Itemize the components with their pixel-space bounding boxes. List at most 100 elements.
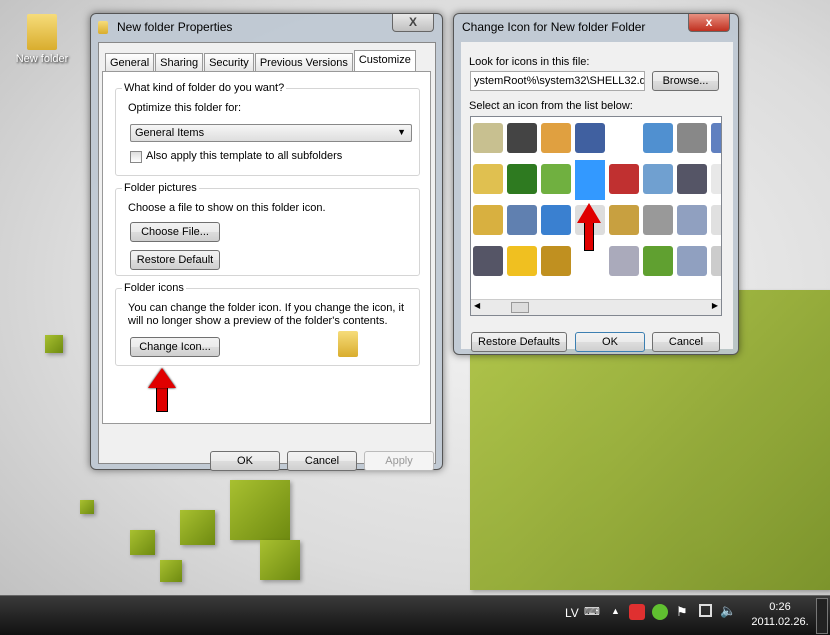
icon-item[interactable] (711, 164, 721, 194)
icon-item[interactable] (677, 205, 707, 235)
icon-item[interactable] (473, 246, 503, 276)
subfolders-checkbox[interactable] (130, 151, 142, 163)
folder-pictures-group: Folder pictures Choose a file to show on… (115, 182, 420, 276)
dialog-client: Look for icons in this file: ystemRoot%\… (461, 42, 733, 352)
icon-item[interactable] (643, 205, 673, 235)
icon-item[interactable] (711, 246, 721, 276)
folder-icons-group: Folder icons You can change the folder i… (115, 282, 420, 366)
icon-list[interactable]: ◀ ▶ (470, 116, 722, 316)
icon-item[interactable] (507, 123, 537, 153)
pictures-description: Choose a file to show on this folder ico… (128, 202, 326, 214)
desktop-folder-label: New folder (15, 53, 69, 65)
action-center-flag-icon[interactable]: ⚑ (676, 604, 688, 620)
keyboard-icon[interactable]: ⌨ (584, 605, 600, 618)
icon-item[interactable] (677, 246, 707, 276)
taskbar: LV ⌨ ▲ ⚑ 🔈 0:26 2011.02.26. (0, 595, 830, 635)
icon-item-selected[interactable] (575, 160, 605, 200)
browse-button[interactable]: Browse... (652, 71, 719, 91)
icon-item[interactable] (609, 205, 639, 235)
messenger-icon[interactable] (652, 604, 668, 620)
wallpaper-cube (130, 530, 155, 555)
scroll-thumb[interactable] (511, 302, 529, 313)
checkbox-label: Also apply this template to all subfolde… (146, 150, 343, 162)
icon-item[interactable] (575, 123, 605, 153)
close-button[interactable]: X (392, 14, 434, 32)
desktop-folder[interactable]: New folder (12, 14, 72, 65)
wallpaper-cube (45, 335, 63, 353)
red-arrow-up-icon (577, 203, 605, 253)
group-label: Folder icons (122, 282, 186, 294)
restore-defaults-button[interactable]: Restore Defaults (471, 332, 567, 352)
ok-button[interactable]: OK (575, 332, 645, 352)
close-button[interactable]: x (688, 14, 730, 32)
show-desktop-button[interactable] (816, 598, 828, 634)
ok-button[interactable]: OK (210, 451, 280, 471)
wallpaper-cube (160, 560, 182, 582)
date: 2011.02.26. (751, 616, 809, 628)
folder-preview-icon (338, 331, 358, 357)
scroll-left-icon[interactable]: ◀ (474, 301, 480, 310)
antivirus-icon[interactable] (629, 604, 645, 620)
show-hidden-icons-icon[interactable]: ▲ (611, 606, 620, 616)
icon-item[interactable] (643, 123, 673, 153)
scroll-right-icon[interactable]: ▶ (712, 301, 718, 310)
icon-item[interactable] (507, 164, 537, 194)
tab-security[interactable]: Security (204, 53, 254, 72)
cancel-button[interactable]: Cancel (652, 332, 720, 352)
apply-button[interactable]: Apply (364, 451, 434, 471)
icon-item[interactable] (609, 246, 639, 276)
tab-sharing[interactable]: Sharing (155, 53, 204, 72)
icon-item[interactable] (609, 123, 639, 153)
cancel-button[interactable]: Cancel (287, 451, 357, 471)
window-title: New folder Properties (117, 20, 233, 34)
icon-item[interactable] (609, 164, 639, 194)
icon-item[interactable] (473, 164, 503, 194)
clock[interactable]: 0:26 2011.02.26. (750, 600, 810, 630)
icon-item[interactable] (541, 205, 571, 235)
red-arrow-up-icon (148, 368, 176, 414)
wallpaper-cube (180, 510, 215, 545)
horizontal-scrollbar[interactable]: ◀ ▶ (471, 299, 721, 315)
folder-icon (98, 21, 108, 34)
tab-general[interactable]: General (105, 53, 155, 72)
icon-item[interactable] (541, 246, 571, 276)
folder-icon (27, 14, 57, 50)
language-indicator[interactable]: LV (565, 606, 579, 620)
icon-item[interactable] (507, 246, 537, 276)
icon-item[interactable] (677, 123, 707, 153)
group-label: Folder pictures (122, 182, 199, 194)
icon-item[interactable] (711, 123, 721, 153)
wallpaper-cube (80, 500, 94, 514)
optimize-select[interactable]: General Items ▼ (130, 124, 412, 142)
select-value: General Items (135, 127, 205, 139)
properties-window: New folder Properties X General Sharing … (90, 13, 443, 471)
tab-customize[interactable]: Customize (353, 50, 416, 72)
tab-previous-versions[interactable]: Previous Versions (254, 53, 353, 72)
icons-description: You can change the folder icon. If you c… (128, 302, 405, 327)
icon-item[interactable] (473, 205, 503, 235)
volume-icon[interactable]: 🔈 (720, 603, 736, 619)
change-icon-button[interactable]: Change Icon... (130, 337, 220, 357)
group-label: What kind of folder do you want? (122, 82, 287, 94)
icon-item[interactable] (643, 246, 673, 276)
look-label: Look for icons in this file: (469, 56, 590, 68)
icon-item[interactable] (677, 164, 707, 194)
restore-default-button[interactable]: Restore Default (130, 250, 220, 270)
folder-type-group: What kind of folder do you want? Optimiz… (115, 82, 420, 176)
select-label: Select an icon from the list below: (469, 100, 633, 112)
icon-item[interactable] (541, 123, 571, 153)
icon-item[interactable] (643, 164, 673, 194)
network-icon[interactable] (699, 604, 712, 617)
icon-item[interactable] (507, 205, 537, 235)
dialog-client: General Sharing Security Previous Versio… (98, 42, 436, 471)
chevron-down-icon: ▼ (397, 127, 406, 137)
wallpaper-cube (260, 540, 300, 580)
icon-item[interactable] (541, 164, 571, 194)
icon-item[interactable] (711, 205, 721, 235)
choose-file-button[interactable]: Choose File... (130, 222, 220, 242)
file-path-input[interactable]: ystemRoot%\system32\SHELL32.dll (470, 71, 645, 91)
icon-item[interactable] (473, 123, 503, 153)
optimize-label: Optimize this folder for: (128, 102, 242, 114)
wallpaper-cube (230, 480, 290, 540)
time: 0:26 (769, 601, 791, 613)
